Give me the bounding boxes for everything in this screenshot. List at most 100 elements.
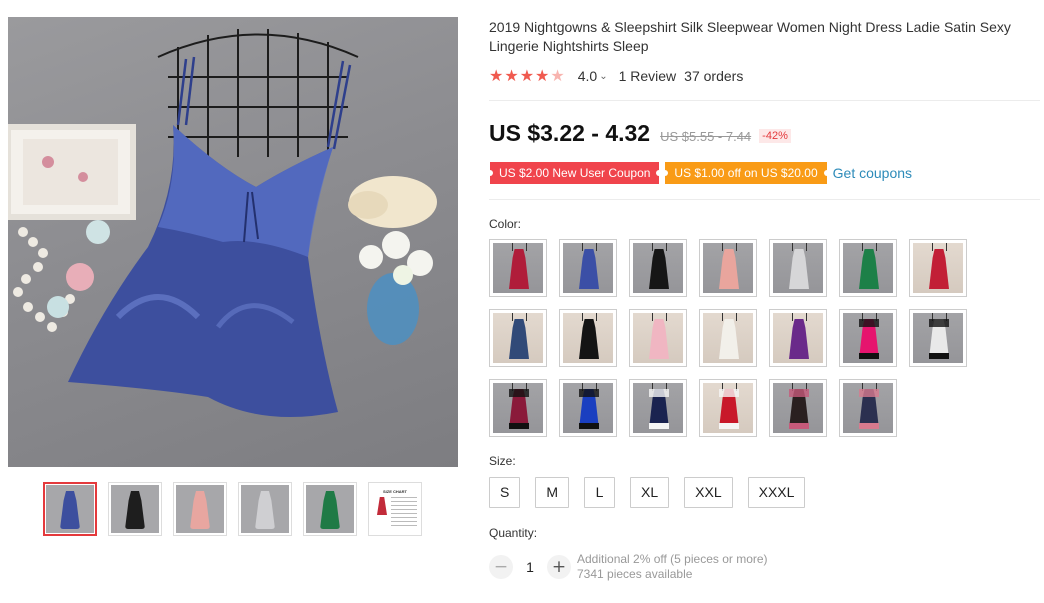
color-swatch-purple[interactable] (769, 309, 827, 367)
thumbnail-5[interactable] (303, 482, 357, 536)
swatch-lace-trim (509, 423, 529, 429)
color-swatch-navy-white-lace[interactable] (629, 379, 687, 437)
rose-flower (47, 296, 69, 318)
swatch-strap (932, 243, 933, 251)
swatch-photo (843, 313, 893, 363)
main-product-image[interactable] (8, 17, 458, 467)
swatch-dress (579, 249, 599, 289)
color-swatch-blue-black-lace[interactable] (559, 379, 617, 437)
coupon-row: US $2.00 New User Coupon US $1.00 off on… (486, 162, 912, 184)
swatch-photo (493, 313, 543, 363)
thumbnail-size-chart[interactable]: SIZE CHART (368, 482, 422, 536)
swatch-dress (789, 319, 809, 359)
get-coupons-link[interactable]: Get coupons (833, 165, 912, 181)
quantity-input[interactable] (513, 555, 547, 579)
color-swatch-burgundy-black-lace[interactable] (489, 379, 547, 437)
swatch-lace-top (579, 389, 599, 397)
color-swatch-rose-black-lace[interactable] (839, 309, 897, 367)
swatch-strap (722, 243, 723, 251)
swatch-lace-top (649, 389, 669, 397)
quantity-increase-button[interactable]: + (547, 555, 571, 579)
swatch-strap (722, 313, 723, 321)
swatch-lace-top (859, 319, 879, 327)
swatch-lace-top (789, 389, 809, 397)
quantity-decrease-button[interactable]: − (489, 555, 513, 579)
wire-rack (157, 29, 359, 157)
star-rating[interactable]: ★ ★ ★ ★ ★ (489, 66, 566, 86)
color-label: Color: (489, 217, 522, 231)
thumbnail-4[interactable] (238, 482, 292, 536)
divider (489, 199, 1040, 200)
size-option-m[interactable]: M (535, 477, 570, 508)
swatch-photo (843, 243, 893, 293)
size-options: S M L XL XXL XXXL (489, 477, 820, 508)
swatch-lace-trim (719, 423, 739, 429)
quantity-row: − + Additional 2% off (5 pieces or more)… (489, 552, 768, 582)
product-photo (8, 29, 437, 417)
pearl-necklace (13, 227, 75, 332)
color-swatch-light-pink[interactable] (629, 309, 687, 367)
color-swatch-red-white-lace[interactable] (699, 379, 757, 437)
new-user-coupon[interactable]: US $2.00 New User Coupon (486, 162, 663, 184)
frame-inner (23, 139, 118, 205)
rating-value[interactable]: 4.0 (578, 68, 597, 84)
color-swatch-white[interactable] (699, 309, 757, 367)
quantity-label: Quantity: (489, 526, 538, 540)
size-chart-caption: SIZE CHART (383, 489, 407, 494)
swatch-photo (633, 383, 683, 433)
price-row: US $3.22 - 4.32 US $5.55 - 7.44 -42% (489, 120, 791, 147)
color-swatch-black[interactable] (629, 239, 687, 297)
size-option-xxxl[interactable]: XXXL (747, 477, 806, 508)
color-swatch-floral-navy[interactable] (839, 379, 897, 437)
color-swatch-pink[interactable] (699, 239, 757, 297)
store-coupon[interactable]: US $1.00 off on US $20.00 (662, 162, 830, 184)
color-swatch-navy-blue[interactable] (489, 309, 547, 367)
thumbnail-2[interactable] (108, 482, 162, 536)
swatch-strap (652, 313, 653, 321)
color-swatch-red[interactable] (909, 239, 967, 297)
color-swatch-black-2[interactable] (559, 309, 617, 367)
swatch-lace-trim (859, 423, 879, 429)
color-swatch-green[interactable] (839, 239, 897, 297)
color-swatch-white-black-lace[interactable] (909, 309, 967, 367)
size-option-l[interactable]: L (584, 477, 616, 508)
color-swatches (489, 239, 989, 439)
color-swatch-silver[interactable] (769, 239, 827, 297)
star-icon: ★ (489, 68, 505, 85)
divider (489, 100, 1040, 101)
thumbnail-strip: SIZE CHART (43, 482, 423, 536)
swatch-strap (652, 243, 653, 251)
swatch-lace-top (929, 319, 949, 327)
thumbnail-3[interactable] (173, 482, 227, 536)
size-option-xxl[interactable]: XXL (684, 477, 733, 508)
original-price: US $5.55 - 7.44 (660, 129, 752, 144)
swatch-strap (512, 313, 513, 321)
color-swatch-floral-black[interactable] (769, 379, 827, 437)
dress-straps (176, 56, 352, 150)
swatch-strap (862, 243, 863, 251)
swatch-strap (666, 243, 667, 251)
thumbnail-1[interactable] (43, 482, 97, 536)
swatch-photo (773, 313, 823, 363)
swatch-strap (736, 243, 737, 251)
swatch-photo (563, 313, 613, 363)
swatch-photo (703, 313, 753, 363)
swatch-lace-trim (929, 353, 949, 359)
swatch-dress (509, 319, 529, 359)
swatch-photo (563, 383, 613, 433)
color-swatch-wine-red[interactable] (489, 239, 547, 297)
swatch-strap (806, 243, 807, 251)
swatch-dress (719, 249, 739, 289)
rose-flower (66, 263, 94, 291)
swatch-lace-trim (579, 423, 599, 429)
size-option-xl[interactable]: XL (630, 477, 670, 508)
swatch-dress (789, 249, 809, 289)
swatch-lace-trim (789, 423, 809, 429)
swatch-lace-trim (649, 423, 669, 429)
review-count-link[interactable]: 1 Review (619, 68, 677, 84)
color-swatch-royal-blue[interactable] (559, 239, 617, 297)
chevron-down-icon[interactable]: ⌄ (599, 71, 607, 82)
size-option-s[interactable]: S (489, 477, 521, 508)
swatch-photo (773, 383, 823, 433)
swatch-dress (929, 249, 949, 289)
